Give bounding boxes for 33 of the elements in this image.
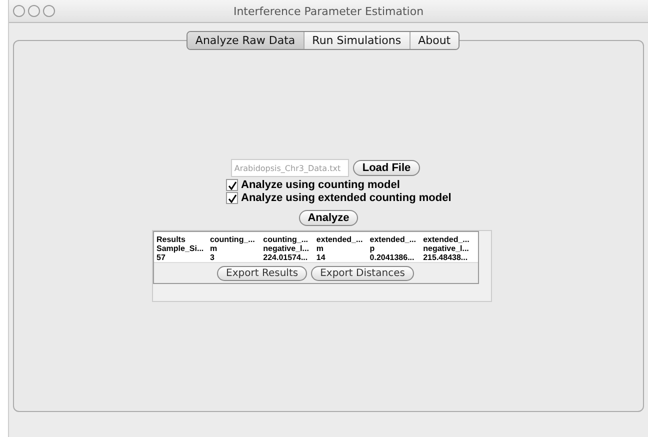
table-cell-text: negative_l... xyxy=(262,244,310,253)
table-cell-text: 14 xyxy=(315,253,326,262)
table-cell: m xyxy=(208,244,262,253)
table-cell-text: 224.01574... xyxy=(262,253,309,262)
export-button[interactable]: Export Results xyxy=(217,266,308,281)
window-title: Interference Parameter Estimation xyxy=(233,4,424,18)
table-cell-text: p xyxy=(368,244,376,253)
table-cell-text: Results xyxy=(156,235,186,244)
table-cell-text: extended_... xyxy=(315,235,364,244)
table-cell-text: 0.2041386... xyxy=(368,253,416,262)
table-cell: 57 xyxy=(156,253,209,262)
table-cell-text: 3 xyxy=(208,253,216,262)
table-cell-text: extended_... xyxy=(368,235,418,244)
checkbox[interactable] xyxy=(226,179,238,191)
tab[interactable]: Analyze Raw Data xyxy=(187,32,304,49)
zoom-button[interactable] xyxy=(43,5,55,17)
analyze-button[interactable]: Analyze xyxy=(298,210,358,226)
minimize-button[interactable] xyxy=(28,5,40,17)
table-cell-text: counting_... xyxy=(262,235,310,244)
checkbox[interactable] xyxy=(226,192,238,204)
tab[interactable]: About xyxy=(410,32,459,49)
checkbox-label[interactable]: Analyze using extended counting model xyxy=(241,192,452,204)
table-cell-text: extended_... xyxy=(422,235,470,244)
table-cell-text: negative_l... xyxy=(422,244,470,253)
export-button[interactable]: Export Distances xyxy=(311,266,414,281)
table-cell-text: m xyxy=(315,244,325,253)
close-button[interactable] xyxy=(13,5,25,17)
table-cell-text: 215.48438... xyxy=(422,253,469,262)
tab[interactable]: Run Simulations xyxy=(304,32,410,49)
checkbox-label[interactable]: Analyze using counting model xyxy=(241,179,400,191)
table-cell-text: counting_... xyxy=(208,235,256,244)
table-cell-text: Sample_Si... xyxy=(156,244,205,253)
load-file-button[interactable]: Load File xyxy=(353,160,420,176)
